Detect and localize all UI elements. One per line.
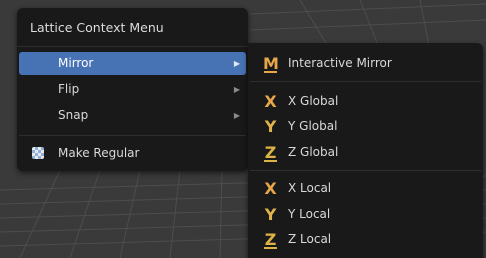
menu-item-interactive-mirror[interactable]: M Interactive Mirror — [250, 52, 481, 75]
menu-item-label: Z Global — [288, 145, 339, 159]
x-axis-icon: X — [264, 179, 277, 198]
menu-title: Lattice Context Menu — [30, 20, 164, 35]
menu-item-label: Y Local — [288, 207, 331, 221]
lattice-context-menu: Lattice Context Menu Mirror ▶ Flip ▶ Sna… — [17, 8, 248, 171]
submenu-divider — [250, 81, 481, 82]
menu-item-label: Mirror — [58, 56, 94, 70]
menu-item-z-global[interactable]: Z Z Global — [250, 141, 481, 164]
menu-item-y-global[interactable]: Y Y Global — [250, 115, 481, 138]
mirror-icon: M — [263, 54, 279, 73]
menu-item-mirror[interactable]: Mirror ▶ — [19, 52, 246, 75]
menu-item-x-global[interactable]: X X Global — [250, 90, 481, 113]
menu-item-label: Snap — [58, 108, 89, 122]
submenu-arrow-icon: ▶ — [233, 85, 240, 94]
menu-item-label: Y Global — [288, 119, 338, 133]
submenu-arrow-icon: ▶ — [233, 111, 240, 120]
x-axis-icon: X — [264, 92, 277, 111]
menu-item-flip[interactable]: Flip ▶ — [19, 78, 246, 101]
menu-item-label: Flip — [58, 82, 80, 96]
z-axis-icon: Z — [264, 230, 277, 249]
z-axis-icon: Z — [264, 143, 277, 162]
menu-item-make-regular[interactable]: Make Regular — [19, 142, 246, 165]
mirror-submenu: M Interactive Mirror X X Global Y Y Glob… — [248, 43, 483, 258]
checker-icon — [32, 147, 44, 159]
y-axis-icon: Y — [264, 117, 277, 136]
title-divider — [17, 46, 248, 47]
menu-divider — [19, 135, 246, 136]
y-axis-icon: Y — [264, 205, 277, 224]
submenu-divider — [250, 170, 481, 171]
menu-item-label: Z Local — [288, 232, 332, 246]
menu-item-label: X Global — [288, 94, 339, 108]
3d-viewport[interactable]: Lattice Context Menu Mirror ▶ Flip ▶ Sna… — [0, 0, 486, 258]
menu-item-label: X Local — [288, 181, 332, 195]
menu-item-y-local[interactable]: Y Y Local — [250, 203, 481, 226]
menu-item-x-local[interactable]: X X Local — [250, 177, 481, 200]
menu-item-label: Make Regular — [58, 146, 140, 160]
menu-item-snap[interactable]: Snap ▶ — [19, 104, 246, 127]
submenu-arrow-icon: ▶ — [233, 59, 240, 68]
menu-item-label: Interactive Mirror — [288, 56, 392, 70]
menu-item-z-local[interactable]: Z Z Local — [250, 228, 481, 251]
